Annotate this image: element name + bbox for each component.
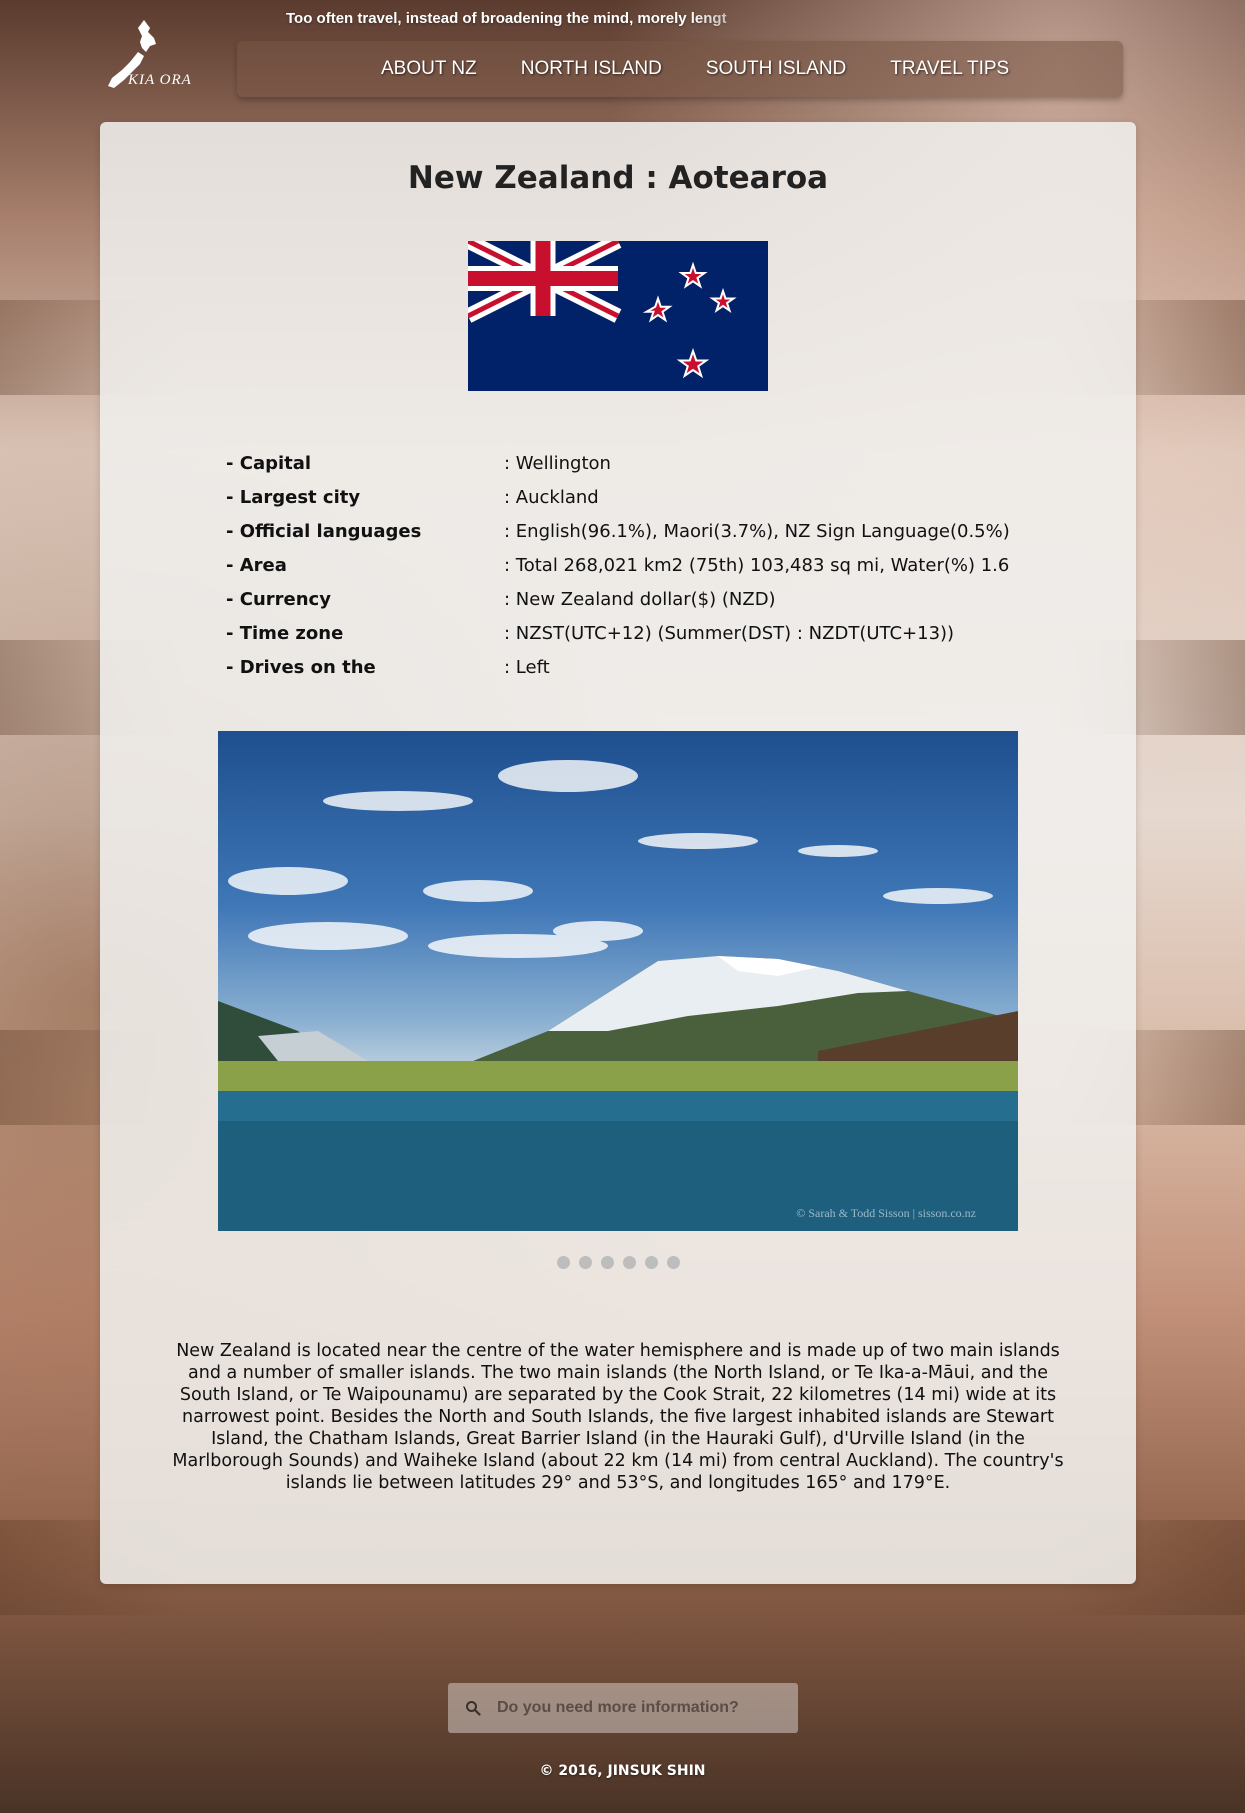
fact-value: : NZST(UTC+12) (Summer(DST) : NZDT(UTC+1… [504, 622, 955, 644]
fact-row-official-languages: - Official languages : English(96.1%), M… [226, 514, 1026, 548]
fact-row-currency: - Currency : New Zealand dollar($) (NZD) [226, 582, 1026, 616]
country-description: New Zealand is located near the centre o… [172, 1341, 1064, 1493]
fact-label: - Official languages [226, 520, 422, 542]
carousel-pagination [557, 1256, 680, 1269]
fact-row-capital: - Capital : Wellington [226, 446, 1026, 480]
logo-text: KIA ORA [128, 72, 192, 88]
fact-label: - Currency [226, 588, 331, 610]
fact-value: : New Zealand dollar($) (NZD) [504, 588, 776, 610]
fact-label: - Capital [226, 452, 312, 474]
carousel-dot-2[interactable] [579, 1256, 592, 1269]
photo-credit: © Sarah & Todd Sisson | sisson.co.nz [796, 1206, 976, 1220]
carousel-dot-1[interactable] [557, 1256, 570, 1269]
search-input[interactable] [495, 1698, 789, 1718]
nz-flag-image [468, 241, 768, 391]
fact-row-area: - Area : Total 268,021 km2 (75th) 103,48… [226, 548, 1026, 582]
search-box [448, 1683, 798, 1733]
fact-row-drives-on: - Drives on the : Left [226, 650, 1026, 684]
main-navbar: ABOUT NZ NORTH ISLAND SOUTH ISLAND TRAVE… [237, 41, 1123, 97]
fact-label: - Time zone [226, 622, 344, 644]
nav-item-south-island[interactable]: SOUTH ISLAND [706, 58, 846, 80]
nav-item-about-nz[interactable]: ABOUT NZ [381, 58, 477, 80]
fact-value: : Left [504, 656, 550, 678]
carousel-dot-3[interactable] [601, 1256, 614, 1269]
fact-value: : Total 268,021 km2 (75th) 103,483 sq mi… [504, 554, 1010, 576]
fact-label: - Drives on the [226, 656, 376, 678]
carousel-dot-5[interactable] [645, 1256, 658, 1269]
nav-item-north-island[interactable]: NORTH ISLAND [521, 58, 662, 80]
carousel-dot-4[interactable] [623, 1256, 636, 1269]
fact-value: : Auckland [504, 486, 599, 508]
page-title: New Zealand : Aotearoa [407, 160, 829, 196]
fact-value: : English(96.1%), Maori(3.7%), NZ Sign L… [504, 520, 1010, 542]
fact-label: - Largest city [226, 486, 361, 508]
country-facts-list: - Capital : Wellington - Largest city : … [226, 446, 1026, 684]
fact-row-largest-city: - Largest city : Auckland [226, 480, 1026, 514]
nav-item-travel-tips[interactable]: TRAVEL TIPS [890, 58, 1009, 80]
carousel-dot-6[interactable] [667, 1256, 680, 1269]
search-icon[interactable] [465, 1700, 481, 1716]
landscape-illustration [218, 760, 1018, 1231]
fact-row-time-zone: - Time zone : NZST(UTC+12) (Summer(DST) … [226, 616, 1026, 650]
fact-value: : Wellington [504, 452, 611, 474]
fact-label: - Area [226, 554, 287, 576]
carousel-slide-image: © Sarah & Todd Sisson | sisson.co.nz [218, 731, 1018, 1231]
tagline: Too often travel, instead of broadening … [286, 10, 727, 27]
footer-copyright: © 2016, JINSUK SHIN [539, 1763, 706, 1779]
